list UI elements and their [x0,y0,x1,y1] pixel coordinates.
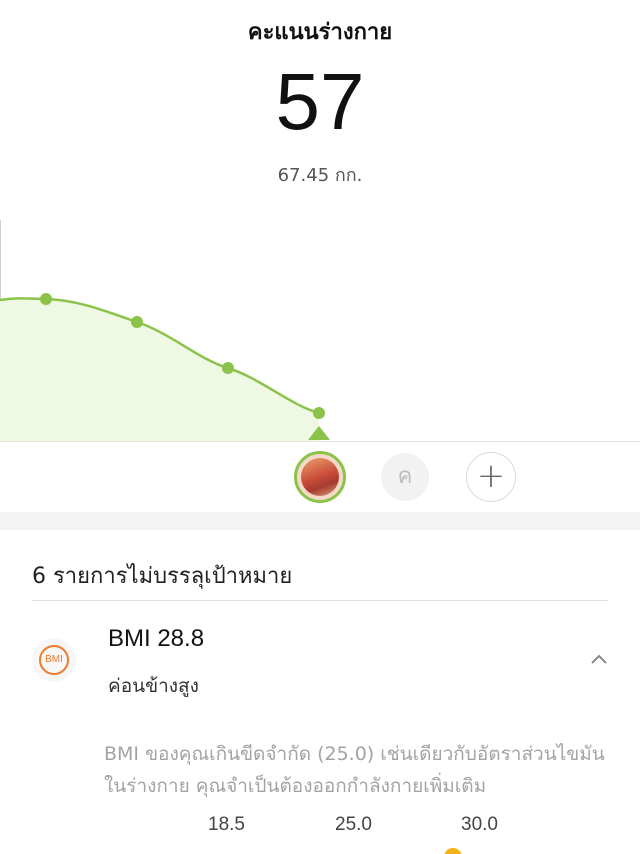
trend-point [313,407,325,419]
weight-trend-chart[interactable] [0,220,640,444]
trend-point [131,316,143,328]
body-score-value: 57 [275,57,365,146]
bmi-description-line: ในร่างกาย คุณจำเป็นต้องออกกำลังกายเพิ่มเ… [104,775,487,797]
bmi-scale-indicator [444,848,462,854]
unmet-goals-title: 6 รายการไม่บรรลุเป้าหมาย [32,564,293,589]
chart-baseline [0,441,640,442]
bmi-scale-label: 30.0 [461,814,498,835]
trend-area [0,298,319,442]
bmi-icon-label: BMI [39,645,69,675]
trend-point [40,293,52,305]
trend-point [222,362,234,374]
avatar-selected-user[interactable] [294,451,346,503]
page-title: คะแนนร่างกาย [247,20,393,45]
bmi-scale-label: 25.0 [335,814,372,835]
bmi-description: BMI ของคุณเกินขีดจำกัด (25.0) เช่นเดียวก… [104,738,624,802]
bmi-icon: BMI [32,638,76,682]
body-score-screen: คะแนนร่างกาย 57 67.45 กก. ค + 6 รายการไม… [0,0,640,854]
chevron-up-icon[interactable] [589,652,609,666]
avatar-user-k[interactable]: ค [381,453,429,501]
bmi-description-line: BMI ของคุณเกินขีดจำกัด (25.0) เช่นเดียวก… [104,743,605,765]
bmi-status: ค่อนข้างสูง [108,675,199,697]
bmi-scale-label: 18.5 [208,814,245,835]
add-user-button[interactable]: + [466,452,516,502]
user-switcher: ค + [0,448,640,508]
bmi-scale: 18.5 25.0 30.0 [0,814,640,844]
bmi-value[interactable]: BMI 28.8 [108,625,204,653]
section-separator [0,512,640,530]
divider [32,600,608,601]
weight-value: 67.45 กก. [277,165,363,186]
avatar-photo [301,458,339,496]
